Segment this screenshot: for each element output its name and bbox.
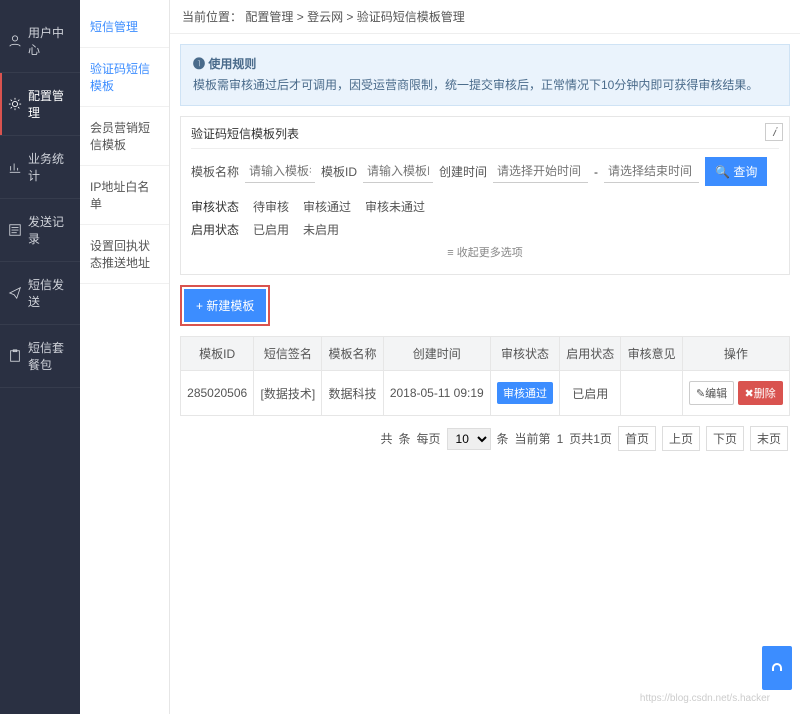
th-enable: 启用状态	[560, 337, 621, 371]
subnav-item-sms-mgmt[interactable]: 短信管理	[80, 6, 169, 48]
sidebar-label: 配置管理	[28, 87, 72, 121]
th-audit: 审核状态	[490, 337, 559, 371]
th-name: 模板名称	[322, 337, 383, 371]
th-opinion: 审核意见	[621, 337, 682, 371]
th-id: 模板ID	[181, 337, 254, 371]
table-row: 285020506 [数据技术] 数据科技 2018-05-11 09:19 审…	[181, 371, 790, 416]
time-end-input[interactable]	[604, 160, 699, 183]
alert-body: 模板需审核通过后才可调用，因受运营商限制，统一提交审核后，正常情况下10分钟内即…	[193, 76, 777, 95]
headset-icon	[769, 660, 785, 676]
subnav: 短信管理 验证码短信模板 会员营销短信模板 IP地址白名单 设置回执状态推送地址	[80, 0, 170, 714]
cell-opinion	[621, 371, 682, 416]
send-icon	[8, 286, 22, 300]
alert-title: ❶ 使用规则	[193, 55, 777, 74]
sidebar-label: 用户中心	[28, 24, 72, 58]
pager-next[interactable]: 下页	[706, 426, 744, 451]
pager-last[interactable]: 末页	[750, 426, 788, 451]
breadcrumb: 当前位置： 配置管理 > 登云网 > 验证码短信模板管理	[170, 0, 800, 34]
audit-badge: 审核通过	[497, 382, 553, 404]
cell-sign: [数据技术]	[254, 371, 322, 416]
audit-filter: 审核状态 待审核 审核通过 审核未通过	[191, 198, 779, 215]
th-ops: 操作	[682, 337, 789, 371]
sidebar-item-config[interactable]: 配置管理	[0, 73, 80, 136]
th-sign: 短信签名	[254, 337, 322, 371]
search-row: 模板名称 模板ID 创建时间 - 🔍 查询	[191, 157, 779, 186]
enable-opt-on[interactable]: 已启用	[253, 221, 289, 238]
subnav-item-marketing-template[interactable]: 会员营销短信模板	[80, 107, 169, 166]
new-template-button[interactable]: + 新建模板	[184, 289, 266, 322]
th-time: 创建时间	[383, 337, 490, 371]
user-icon	[8, 34, 22, 48]
cell-name: 数据科技	[322, 371, 383, 416]
enable-label: 启用状态	[191, 221, 239, 238]
sidebar-item-package[interactable]: 短信套餐包	[0, 325, 80, 388]
gear-icon	[8, 97, 22, 111]
cell-enable: 已启用	[560, 371, 621, 416]
name-input[interactable]	[245, 160, 315, 183]
sidebar-label: 业务统计	[28, 150, 72, 184]
cell-time: 2018-05-11 09:19	[383, 371, 490, 416]
time-label: 创建时间	[439, 163, 487, 180]
audit-opt-rejected[interactable]: 审核未通过	[365, 198, 425, 215]
usage-alert: ❶ 使用规则 模板需审核通过后才可调用，因受运营商限制，统一提交审核后，正常情况…	[180, 44, 790, 106]
watermark: https://blog.csdn.net/s.hacker	[640, 693, 770, 704]
clipboard-icon	[8, 349, 22, 363]
template-table: 模板ID 短信签名 模板名称 创建时间 审核状态 启用状态 审核意见 操作 28…	[180, 336, 790, 416]
audit-opt-pending[interactable]: 待审核	[253, 198, 289, 215]
page-size-select[interactable]: 10	[447, 428, 491, 450]
subnav-item-verify-template[interactable]: 验证码短信模板	[80, 48, 169, 107]
sidebar-item-send[interactable]: 短信发送	[0, 262, 80, 325]
search-icon: 🔍	[715, 165, 730, 179]
expand-toggle[interactable]: ≡ 收起更多选项	[191, 244, 779, 260]
enable-opt-off[interactable]: 未启用	[303, 221, 339, 238]
sidebar: 用户中心 配置管理 业务统计 发送记录 短信发送 短信套餐包	[0, 0, 80, 714]
sidebar-label: 短信套餐包	[28, 339, 72, 373]
id-input[interactable]	[363, 160, 433, 183]
sidebar-item-stats[interactable]: 业务统计	[0, 136, 80, 199]
panel-toggle[interactable]: 𝑖	[765, 123, 783, 141]
main: 当前位置： 配置管理 > 登云网 > 验证码短信模板管理 ❶ 使用规则 模板需审…	[170, 0, 800, 714]
cell-ops: ✎编辑 ✖删除	[682, 371, 789, 416]
name-label: 模板名称	[191, 163, 239, 180]
panel-title: 验证码短信模板列表	[191, 125, 779, 149]
table-header-row: 模板ID 短信签名 模板名称 创建时间 审核状态 启用状态 审核意见 操作	[181, 337, 790, 371]
sidebar-item-user-center[interactable]: 用户中心	[0, 10, 80, 73]
subnav-item-ip-whitelist[interactable]: IP地址白名单	[80, 166, 169, 225]
search-button[interactable]: 🔍 查询	[705, 157, 767, 186]
cell-id: 285020506	[181, 371, 254, 416]
search-panel: 验证码短信模板列表 𝑖 模板名称 模板ID 创建时间 - 🔍 查询 审核状态 待…	[180, 116, 790, 275]
audit-opt-passed[interactable]: 审核通过	[303, 198, 351, 215]
delete-button[interactable]: ✖删除	[738, 381, 783, 405]
subnav-item-callback[interactable]: 设置回执状态推送地址	[80, 225, 169, 284]
sidebar-label: 发送记录	[28, 213, 72, 247]
float-action-button[interactable]	[762, 646, 792, 690]
pager-first[interactable]: 首页	[618, 426, 656, 451]
new-template-wrap: + 新建模板	[180, 285, 790, 326]
cell-audit: 审核通过	[490, 371, 559, 416]
list-icon	[8, 223, 22, 237]
id-label: 模板ID	[321, 163, 357, 180]
sidebar-item-records[interactable]: 发送记录	[0, 199, 80, 262]
enable-filter: 启用状态 已启用 未启用	[191, 221, 779, 238]
sidebar-label: 短信发送	[28, 276, 72, 310]
pager-prev[interactable]: 上页	[662, 426, 700, 451]
pager: 共 条 每页 10 条 当前第 1 页共1页 首页 上页 下页 末页	[170, 416, 800, 455]
edit-button[interactable]: ✎编辑	[689, 381, 734, 405]
audit-label: 审核状态	[191, 198, 239, 215]
chart-icon	[8, 160, 22, 174]
time-start-input[interactable]	[493, 160, 588, 183]
